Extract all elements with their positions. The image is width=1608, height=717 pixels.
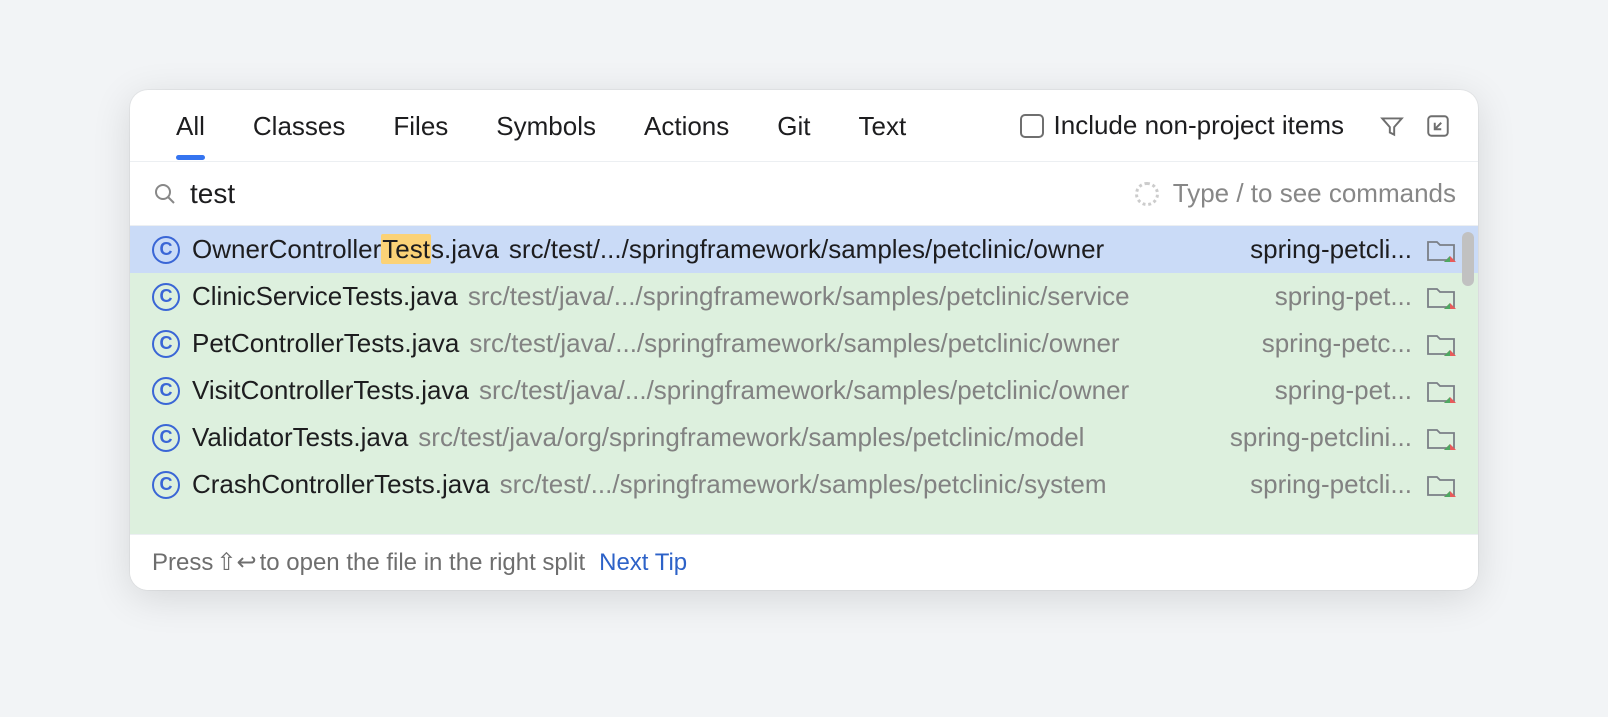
result-filename: VisitControllerTests.java [192, 375, 469, 406]
result-module: spring-pet... [1275, 375, 1412, 406]
result-row[interactable]: C ClinicServiceTests.java src/test/java/..… [130, 273, 1478, 320]
result-module: spring-pet... [1275, 281, 1412, 312]
tab-symbols[interactable]: Symbols [472, 91, 620, 160]
result-row[interactable]: C PetControllerTests.java src/test/java/..… [130, 320, 1478, 367]
include-nonproject-label[interactable]: Include non-project items [1054, 110, 1344, 141]
tab-actions[interactable]: Actions [620, 91, 753, 160]
result-path: src/test/java/org/springframework/sample… [418, 422, 1084, 453]
class-icon: C [152, 377, 180, 405]
result-module: spring-petcli... [1250, 234, 1412, 265]
result-module: spring-petclini... [1230, 422, 1412, 453]
class-icon: C [152, 471, 180, 499]
class-icon: C [152, 283, 180, 311]
test-folder-icon [1426, 238, 1456, 262]
footer-keys: ⇧↩ [216, 548, 256, 577]
result-module: spring-petcli... [1250, 469, 1412, 500]
result-path: src/test/java/.../springframework/sample… [479, 375, 1129, 406]
class-icon: C [152, 236, 180, 264]
result-row[interactable]: C ValidatorTests.java src/test/java/org/sp… [130, 414, 1478, 461]
result-path: src/test/.../springframework/samples/pet… [509, 234, 1104, 265]
tab-files[interactable]: Files [369, 91, 472, 160]
result-filename: ValidatorTests.java [192, 422, 408, 453]
result-filename: ClinicServiceTests.java [192, 281, 458, 312]
footer-rest: to open the file in the right split [260, 549, 586, 577]
search-row: Type / to see commands [130, 162, 1478, 226]
test-folder-icon [1426, 473, 1456, 497]
next-tip-link[interactable]: Next Tip [599, 549, 687, 577]
result-path: src/test/java/.../springframework/sample… [469, 328, 1119, 359]
class-icon: C [152, 424, 180, 452]
tab-git[interactable]: Git [753, 91, 834, 160]
search-icon [152, 181, 178, 207]
test-folder-icon [1426, 332, 1456, 356]
search-input[interactable] [190, 178, 1135, 210]
result-path: src/test/java/.../springframework/sample… [468, 281, 1130, 312]
result-filename: PetControllerTests.java [192, 328, 459, 359]
result-row[interactable]: C CrashControllerTests.java src/test/.../s… [130, 461, 1478, 508]
tab-all[interactable]: All [152, 91, 229, 160]
search-everywhere-popup: AllClassesFilesSymbolsActionsGitText Inc… [130, 90, 1478, 590]
test-folder-icon [1426, 285, 1456, 309]
footer: Press ⇧↩ to open the file in the right s… [130, 534, 1478, 590]
test-folder-icon [1426, 426, 1456, 450]
filter-icon[interactable] [1374, 108, 1410, 144]
scrollbar-thumb[interactable] [1462, 232, 1474, 286]
tab-classes[interactable]: Classes [229, 91, 369, 160]
class-icon: C [152, 330, 180, 358]
result-path: src/test/.../springframework/samples/pet… [500, 469, 1107, 500]
tab-text[interactable]: Text [835, 91, 931, 160]
result-filename: CrashControllerTests.java [192, 469, 490, 500]
tabs-row: AllClassesFilesSymbolsActionsGitText Inc… [130, 90, 1478, 162]
test-folder-icon [1426, 379, 1456, 403]
result-module: spring-petc... [1262, 328, 1412, 359]
spinner-icon [1135, 182, 1159, 206]
tabs: AllClassesFilesSymbolsActionsGitText [152, 91, 930, 160]
result-filename: OwnerControllerTests.java [192, 234, 499, 265]
footer-press: Press [152, 549, 213, 577]
result-row[interactable]: C VisitControllerTests.java src/test/java/… [130, 367, 1478, 414]
result-row[interactable]: C OwnerControllerTests.java src/test/.../s… [130, 226, 1478, 273]
results-list[interactable]: C OwnerControllerTests.java src/test/.../s… [130, 226, 1478, 534]
include-nonproject-checkbox[interactable] [1020, 114, 1044, 138]
open-in-window-icon[interactable] [1420, 108, 1456, 144]
search-hint: Type / to see commands [1173, 178, 1456, 209]
